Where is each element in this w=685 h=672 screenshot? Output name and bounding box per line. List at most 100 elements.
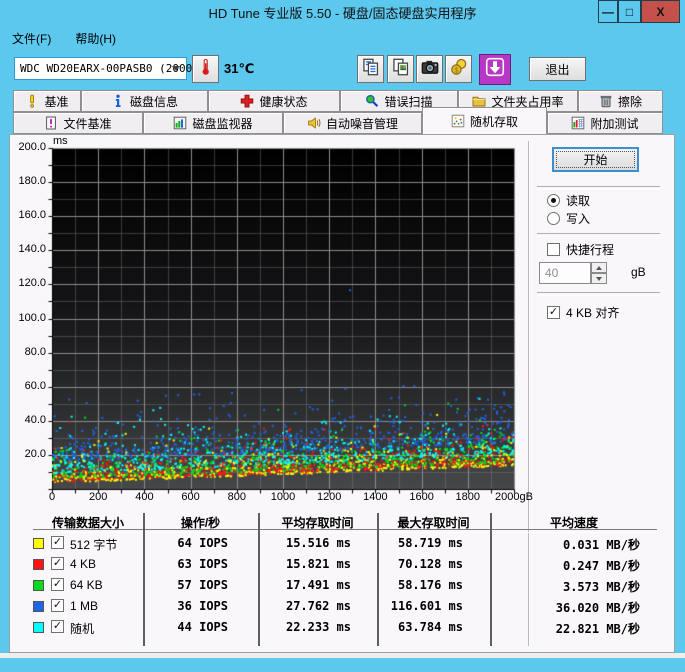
iops-value: 64 IOPS xyxy=(177,536,228,550)
separator xyxy=(537,233,660,237)
health-cross-icon xyxy=(240,94,254,108)
donate-button[interactable]: $ xyxy=(445,55,472,83)
align-4kb-checkbox-row[interactable]: ✓ 4 KB 对齐 xyxy=(547,304,619,321)
chevron-down-icon xyxy=(172,66,180,71)
tab-aam[interactable]: 自动噪音管理 xyxy=(283,112,422,134)
x-axis-tick-label: 1600 xyxy=(409,491,434,503)
tab-file-benchmark[interactable]: 文件基准 xyxy=(13,112,143,134)
radio-read-circle[interactable] xyxy=(547,194,560,207)
y-axis-unit-label: ms xyxy=(53,135,68,147)
align-4kb-checkbox[interactable]: ✓ xyxy=(547,306,560,319)
tab-label: 健康状态 xyxy=(259,94,308,109)
series-label: 64 KB xyxy=(70,578,103,592)
series-checkbox[interactable]: ✓ xyxy=(51,557,64,570)
hdtune-window: HD Tune 专业版 5.50 - 硬盘/固态硬盘实用程序 — □ X 文件(F)… xyxy=(0,0,685,672)
table-row-4 KB: ✓ 4 KB 63 IOPS 15.821 ms 70.128 ms 0.247 MB/秒 xyxy=(0,555,660,575)
series-label: 4 KB xyxy=(70,557,97,571)
table-row-64 KB: ✓ 64 KB 57 IOPS 17.491 ms 58.176 ms 3.573 MB/… xyxy=(0,576,660,596)
avg-speed: 0.247 MB/秒 xyxy=(562,559,640,573)
y-axis-tick-label: 160.0 xyxy=(18,209,46,222)
avg-speed: 0.031 MB/秒 xyxy=(562,538,640,552)
avg-access-time: 17.491 ms xyxy=(285,578,351,592)
tab-random-access[interactable]: 随机存取 xyxy=(422,107,547,134)
table-row-512 字节: ✓ 512 字节 64 IOPS 15.516 ms 58.719 ms 0.031 MB… xyxy=(0,534,660,554)
thermometer-icon xyxy=(198,58,213,81)
radio-write[interactable]: 写入 xyxy=(547,210,590,227)
tab-disk-monitor[interactable]: 磁盘监视器 xyxy=(143,112,283,134)
x-axis-tick-label: 400 xyxy=(135,491,154,503)
folder-icon xyxy=(472,94,486,108)
iops-value: 44 IOPS xyxy=(177,620,228,634)
tab-erase[interactable]: 擦除 xyxy=(578,90,663,112)
tab-label: 擦除 xyxy=(617,94,642,109)
y-axis-tick-label: 60.0 xyxy=(24,379,46,392)
menu-item-file[interactable]: 文件(F) xyxy=(0,28,63,50)
stroke-size-spinner[interactable]: 40 xyxy=(539,262,608,284)
radio-read[interactable]: 读取 xyxy=(547,192,590,209)
drive-select-dropdown[interactable]: WDC WD20EARX-00PASB0 (2000 gB) xyxy=(14,57,219,80)
radio-read-label: 读取 xyxy=(566,194,591,208)
stroke-size-value[interactable]: 40 xyxy=(539,262,591,284)
stroke-size-unit: gB xyxy=(631,265,646,279)
tab-benchmark[interactable]: 基准 xyxy=(13,90,81,112)
tab-label: 自动噪音管理 xyxy=(325,116,398,131)
y-axis-tick-label: 180.0 xyxy=(18,175,46,188)
temperature-button[interactable] xyxy=(192,55,219,83)
tab-row-1: 基准 磁盘信息 健康状态 错误扫描 文件夹占用率 擦除 xyxy=(13,90,663,112)
separator xyxy=(537,186,660,190)
avg-access-time: 15.821 ms xyxy=(285,557,351,571)
window-title: HD Tune 专业版 5.50 - 硬盘/固态硬盘实用程序 xyxy=(208,6,477,21)
short-stroke-checkbox[interactable] xyxy=(547,243,560,256)
x-axis-tick-label: 1400 xyxy=(363,491,388,503)
tab-extra-tests[interactable]: 附加测试 xyxy=(547,112,663,134)
spinner-down-button[interactable] xyxy=(591,273,607,284)
extra-tests-icon xyxy=(571,116,585,130)
copy-image-button[interactable] xyxy=(387,55,414,83)
align-4kb-label: 4 KB 对齐 xyxy=(566,306,620,320)
random-access-scatter-chart xyxy=(44,146,516,496)
drive-select-value: WDC WD20EARX-00PASB0 (2000 gB) xyxy=(20,62,219,75)
tab-label: 随机存取 xyxy=(469,114,518,129)
series-checkbox[interactable]: ✓ xyxy=(51,578,64,591)
maximize-button[interactable]: □ xyxy=(618,0,641,23)
menu-item-help[interactable]: 帮助(H) xyxy=(63,28,128,50)
trash-icon xyxy=(599,94,613,108)
radio-write-circle[interactable] xyxy=(547,212,560,225)
close-button[interactable]: X xyxy=(641,0,680,23)
exclamation-icon xyxy=(25,94,39,108)
spinner-up-button[interactable] xyxy=(591,262,607,273)
series-checkbox[interactable]: ✓ xyxy=(51,620,64,633)
magnifier-icon xyxy=(365,94,379,108)
camera-icon xyxy=(421,58,439,81)
file-benchmark-icon xyxy=(44,116,58,130)
x-axis-tick-label: 600 xyxy=(181,491,200,503)
avg-speed: 36.020 MB/秒 xyxy=(555,601,640,615)
series-checkbox[interactable]: ✓ xyxy=(51,536,64,549)
minimize-button[interactable]: — xyxy=(598,0,618,23)
screenshot-button[interactable] xyxy=(416,55,443,83)
copy-text-button[interactable] xyxy=(357,55,384,83)
update-button[interactable] xyxy=(479,54,511,85)
tab-label: 文件基准 xyxy=(63,116,112,131)
exit-button-label: 退出 xyxy=(545,62,570,77)
short-stroke-checkbox-row[interactable]: 快捷行程 xyxy=(547,241,614,258)
triangle-down-icon xyxy=(596,276,602,281)
title-bar: HD Tune 专业版 5.50 - 硬盘/固态硬盘实用程序 — □ X xyxy=(0,0,685,28)
tab-label: 附加测试 xyxy=(590,116,639,131)
max-access-time: 58.176 ms xyxy=(397,578,463,592)
series-color-swatch xyxy=(33,580,44,591)
series-checkbox[interactable]: ✓ xyxy=(51,599,64,612)
window-inner-margin xyxy=(0,653,685,658)
scatter-icon xyxy=(451,114,465,128)
x-axis-tick-label: 800 xyxy=(227,491,246,503)
exit-button[interactable]: 退出 xyxy=(529,57,586,81)
max-access-time: 58.719 ms xyxy=(397,536,463,550)
tab-label: 磁盘信息 xyxy=(129,94,178,109)
tab-health[interactable]: 健康状态 xyxy=(208,90,340,112)
copy-image-icon xyxy=(392,58,410,81)
series-label: 512 字节 xyxy=(70,538,118,552)
iops-value: 63 IOPS xyxy=(177,557,228,571)
tab-disk-info[interactable]: 磁盘信息 xyxy=(81,90,208,112)
start-button[interactable]: 开始 xyxy=(552,147,639,172)
info-icon xyxy=(111,94,125,108)
